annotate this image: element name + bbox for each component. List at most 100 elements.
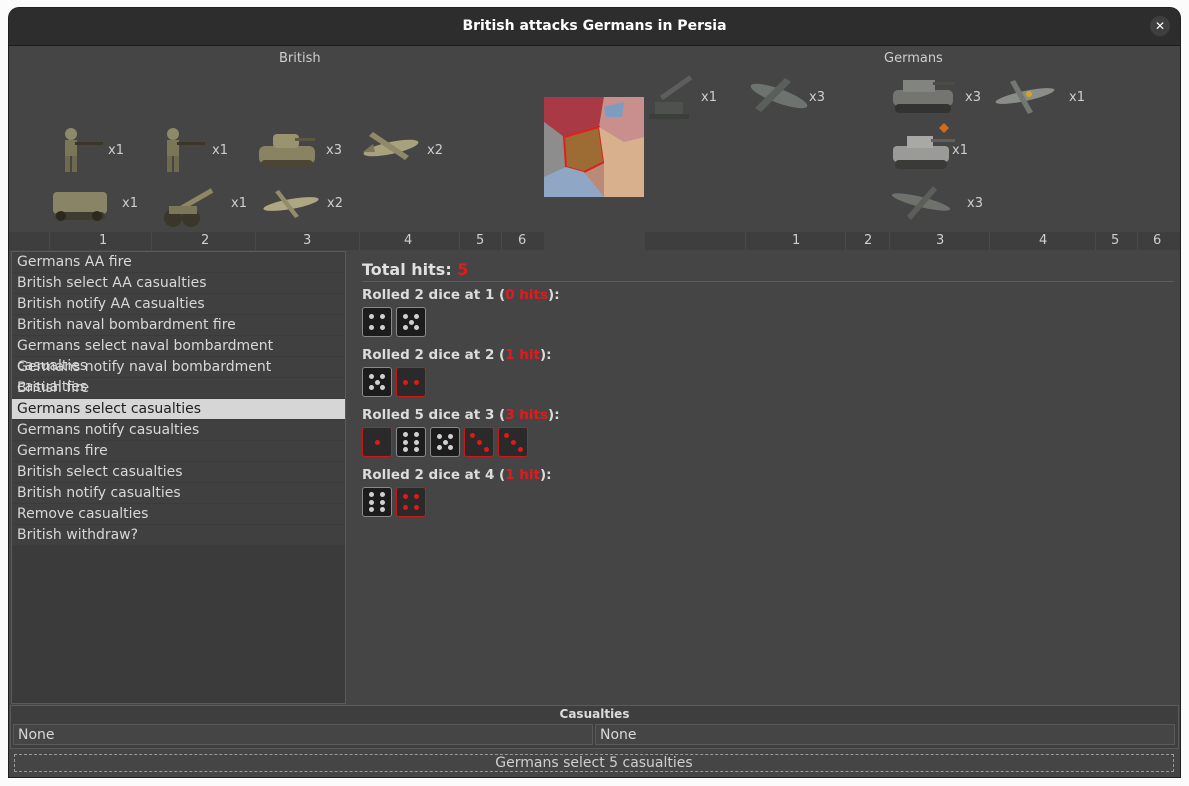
die-pip — [368, 507, 374, 513]
germans-label: Germans — [884, 51, 943, 66]
phase-item[interactable]: Remove casualties — [12, 504, 345, 524]
german-fighter-icon — [889, 178, 955, 226]
hit-die — [362, 427, 392, 457]
phase-item[interactable]: Germans notify naval bombardment casualt… — [12, 357, 345, 395]
die-pip — [374, 439, 380, 445]
british-bomber-icon — [359, 122, 423, 172]
die-pip — [469, 432, 475, 438]
miss-die — [362, 487, 392, 517]
die-pip — [402, 493, 408, 499]
phase-item[interactable]: Germans select naval bombardment casualt… — [12, 336, 345, 374]
dice-results-panel: Total hits: 5 Rolled 2 dice at 1 (0 hits… — [362, 260, 1174, 527]
british-unit-count: x1 — [212, 143, 228, 158]
die-pip — [380, 313, 386, 319]
die-pip — [402, 431, 408, 437]
battle-phase-list[interactable]: Germans AA fire British select AA casual… — [11, 251, 346, 704]
die-pip — [414, 505, 420, 511]
die-pip — [402, 313, 408, 319]
british-column-number: 3 — [303, 233, 312, 248]
british-label: British — [279, 51, 321, 66]
dice-row — [362, 487, 1174, 519]
german-hit-columns: 1 2 3 4 5 6 — [645, 232, 1180, 250]
british-unit-count: x2 — [427, 143, 443, 158]
die-pip — [368, 499, 374, 505]
british-column-number: 6 — [518, 233, 527, 248]
british-column-number: 1 — [99, 233, 108, 248]
territory-map-image — [544, 97, 644, 197]
die-pip — [380, 373, 386, 379]
die-pip — [510, 439, 516, 445]
german-column-number: 5 — [1111, 233, 1120, 248]
dice-row — [362, 307, 1174, 339]
die-pip — [414, 447, 420, 453]
close-button[interactable]: ✕ — [1150, 16, 1170, 36]
german-unit-count: x3 — [967, 196, 983, 211]
die-pip — [380, 325, 386, 331]
die-pip — [414, 379, 420, 385]
phase-item[interactable]: British notify AA casualties — [12, 294, 345, 314]
total-hits-label: Total hits: — [362, 260, 458, 279]
german-casualties: None — [595, 724, 1175, 745]
miss-die — [430, 427, 460, 457]
die-pip — [380, 507, 386, 513]
close-icon: ✕ — [1154, 19, 1166, 33]
status-button[interactable]: Germans select 5 casualties — [14, 754, 1174, 772]
miss-die — [362, 307, 392, 337]
german-column-number: 2 — [864, 233, 873, 248]
roll-group-title: Rolled 2 dice at 1 (0 hits): — [362, 287, 560, 303]
phase-item[interactable]: British naval bombardment fire — [12, 315, 345, 335]
die-pip — [368, 373, 374, 379]
die-pip — [408, 319, 414, 325]
roll-group-title: Rolled 5 dice at 3 (3 hits): — [362, 407, 560, 423]
phase-item[interactable]: British select AA casualties — [12, 273, 345, 293]
die-pip — [436, 433, 442, 439]
german-unit-count: x3 — [965, 90, 981, 105]
german-column-number: 6 — [1153, 233, 1162, 248]
phase-item[interactable]: British select casualties — [12, 462, 345, 482]
british-infantry-icon — [151, 124, 211, 176]
dice-row — [362, 367, 1174, 399]
german-column-number: 1 — [792, 233, 801, 248]
title-bar: British attacks Germans in Persia ✕ — [9, 8, 1180, 46]
british-casualties: None — [13, 724, 593, 745]
phase-item[interactable]: Germans fire — [12, 441, 345, 461]
german-column-number: 3 — [936, 233, 945, 248]
die-pip — [414, 313, 420, 319]
phase-item[interactable]: British fire — [12, 378, 345, 398]
german-unit-count: x1 — [952, 143, 968, 158]
die-pip — [448, 433, 454, 439]
total-hits-value: 5 — [457, 260, 469, 279]
die-pip — [368, 385, 374, 391]
german-column-number: 4 — [1039, 233, 1048, 248]
die-pip — [442, 439, 448, 445]
hit-die — [464, 427, 494, 457]
phase-item[interactable]: Germans notify casualties — [12, 420, 345, 440]
hit-die — [396, 367, 426, 397]
phase-item[interactable]: British notify casualties — [12, 483, 345, 503]
dice-row — [362, 427, 1174, 459]
die-pip — [402, 439, 408, 445]
miss-die — [362, 367, 392, 397]
german-unit-count: x1 — [701, 90, 717, 105]
divider — [362, 281, 1174, 282]
british-unit-count: x3 — [326, 143, 342, 158]
phase-item[interactable]: British withdraw? — [12, 525, 345, 545]
german-unit-count: x3 — [809, 90, 825, 105]
german-unit-count: x1 — [1069, 90, 1085, 105]
british-unit-count: x2 — [327, 196, 343, 211]
hit-die — [498, 427, 528, 457]
die-pip — [402, 325, 408, 331]
total-hits: Total hits: 5 — [362, 260, 1174, 279]
die-pip — [368, 313, 374, 319]
british-column-number: 2 — [201, 233, 210, 248]
roll-group-title: Rolled 2 dice at 2 (1 hit): — [362, 347, 552, 363]
die-pip — [380, 499, 386, 505]
die-pip — [517, 446, 523, 452]
phase-item[interactable]: Germans AA fire — [12, 252, 345, 272]
phase-item-selected[interactable]: Germans select casualties — [12, 399, 345, 419]
die-pip — [436, 445, 442, 451]
british-unit-count: x1 — [231, 196, 247, 211]
casualties-panel: Casualties None None — [10, 705, 1179, 749]
roll-group-title: Rolled 2 dice at 4 (1 hit): — [362, 467, 552, 483]
die-pip — [414, 431, 420, 437]
